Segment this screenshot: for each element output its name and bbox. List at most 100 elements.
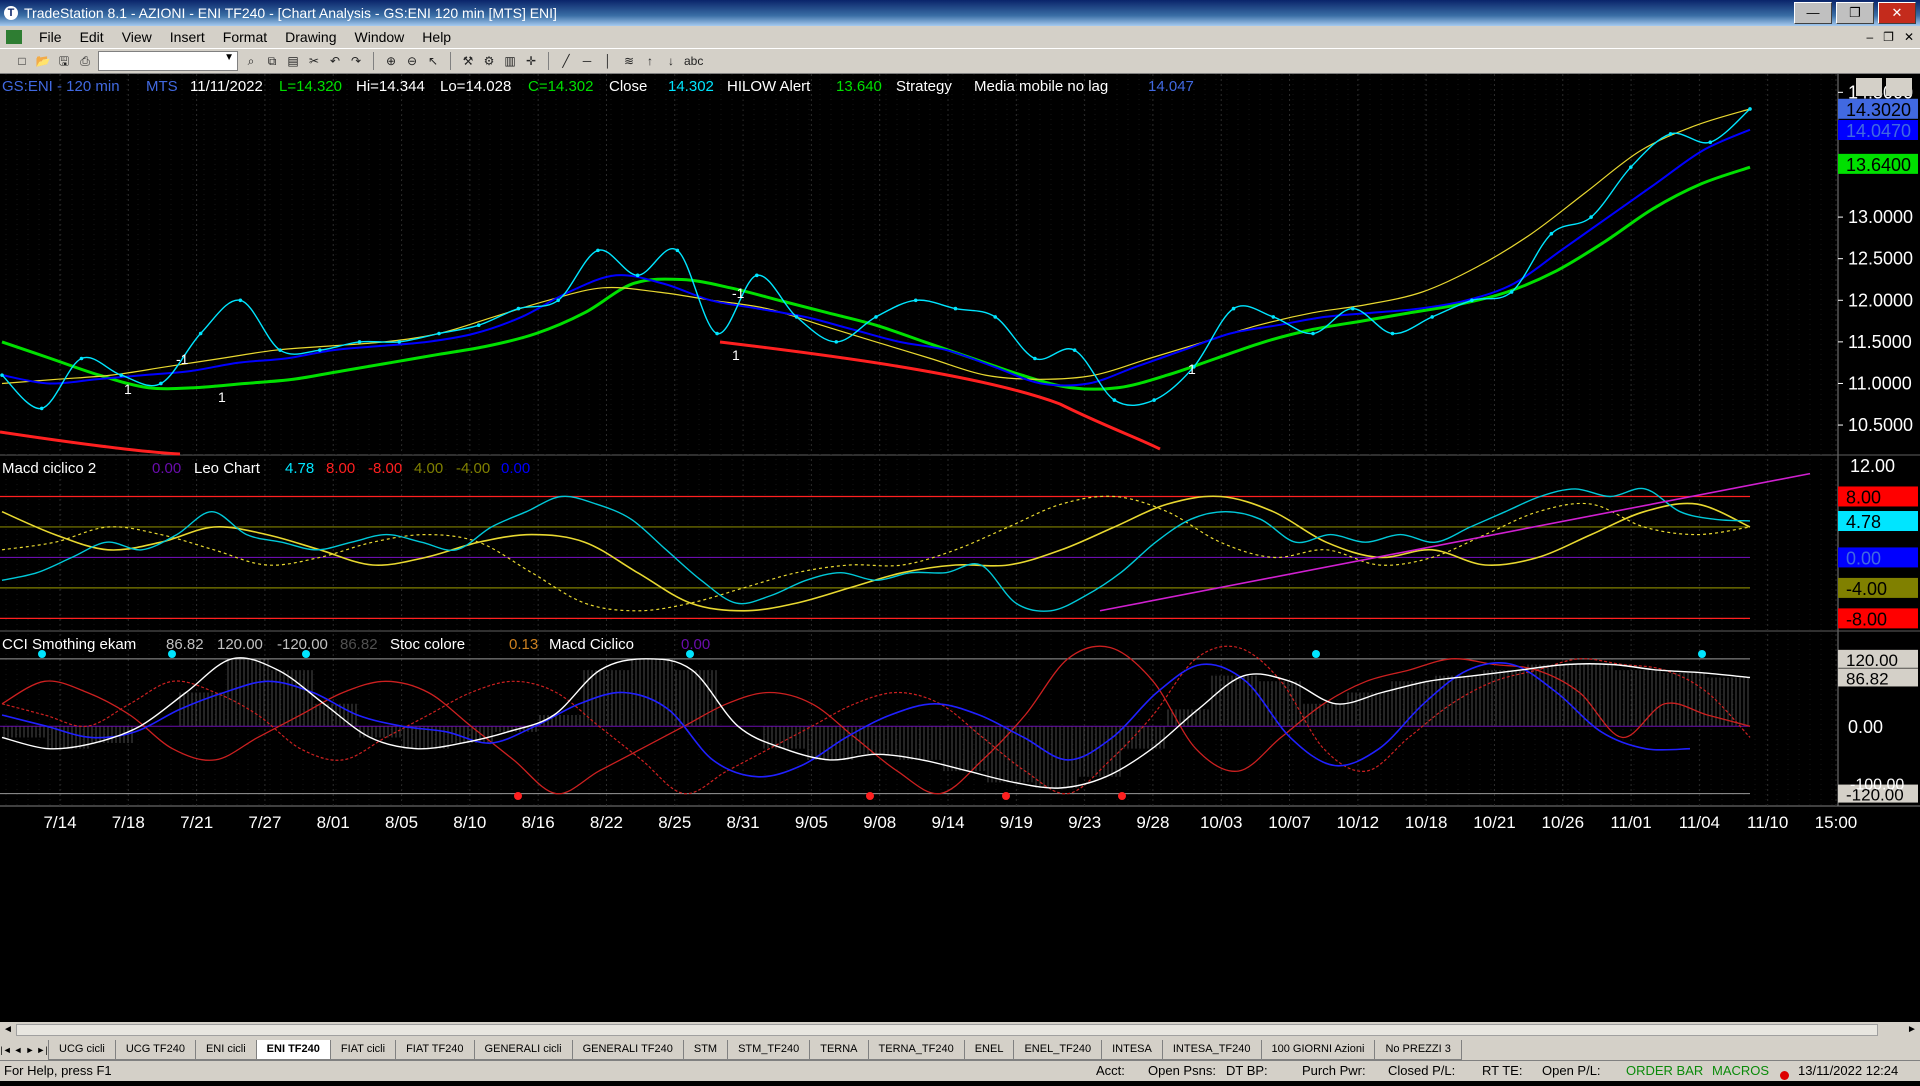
chart-analysis-window[interactable]: 7/14 7/18 7/21 7/27 8/01 8/05 8/10 8/16 8/22 8/25… <box>0 74 1920 1022</box>
workspace-tab[interactable]: TERNA_TF240 <box>867 1040 965 1060</box>
format-icon[interactable]: ⚙ <box>481 53 497 69</box>
workspace-tab[interactable]: STM_TF240 <box>727 1040 811 1060</box>
preview-icon[interactable]: ⌕ <box>243 53 259 69</box>
zoom-out-icon[interactable]: ⊖ <box>404 53 420 69</box>
workspace-tab[interactable]: INTESA <box>1101 1040 1163 1060</box>
window-title: TradeStation 8.1 - AZIONI - ENI TF240 - … <box>24 5 557 21</box>
hline-icon[interactable]: ─ <box>579 53 595 69</box>
menu-edit[interactable]: Edit <box>71 29 113 45</box>
workspace-tab[interactable]: ENEL_TF240 <box>1013 1040 1103 1060</box>
menu-format[interactable]: Format <box>214 29 276 45</box>
series-point <box>1470 298 1474 303</box>
cursor-icon[interactable]: ✛ <box>523 53 539 69</box>
symbol-combo[interactable]: ▼ <box>98 51 238 71</box>
arrow-down-icon[interactable]: ↓ <box>663 53 679 69</box>
workspace-tab[interactable]: FIAT cicli <box>329 1040 397 1060</box>
series-point <box>39 406 44 411</box>
chart-window-icon[interactable] <box>6 30 22 44</box>
tab-nav-icon[interactable]: ►| <box>36 1040 48 1060</box>
workspace-tab[interactable]: GENERALI cicli <box>473 1040 573 1060</box>
open-positions-label: Open Psns: <box>1148 1063 1216 1078</box>
cci-signal-dot <box>1312 650 1320 658</box>
workspace-tab[interactable]: 100 GIORNI Azioni <box>1260 1040 1376 1060</box>
tab-nav-icon[interactable]: ► <box>24 1040 36 1060</box>
series-point <box>596 248 600 253</box>
tab-nav-icon[interactable]: ◄ <box>12 1040 24 1060</box>
macd-header-name: Macd ciclico 2 <box>2 460 96 477</box>
bar-style-icon[interactable]: ▥ <box>502 53 518 69</box>
series-point <box>318 348 322 352</box>
series-point <box>476 323 481 328</box>
macd-marker-label: -8.00 <box>1846 609 1887 629</box>
pointer-icon[interactable]: ↖ <box>425 53 441 69</box>
menu-file[interactable]: File <box>30 29 71 45</box>
menu-insert[interactable]: Insert <box>161 29 214 45</box>
workspace-tab[interactable]: INTESA_TF240 <box>1161 1040 1262 1060</box>
status-datetime: 13/11/2022 12:24 <box>1798 1063 1899 1078</box>
workspace-tab[interactable]: TERNA <box>809 1040 869 1060</box>
text-icon[interactable]: abc <box>684 53 703 69</box>
print-icon[interactable]: ⎙ <box>77 53 93 69</box>
restore-button[interactable]: ❐ <box>1836 2 1874 24</box>
scroll-right-icon[interactable]: ► <box>1904 1022 1920 1038</box>
minimize-button[interactable]: — <box>1794 2 1832 24</box>
pane-close-button[interactable] <box>1886 78 1912 96</box>
paste-icon[interactable]: ▤ <box>285 53 301 69</box>
menu-window[interactable]: Window <box>346 29 414 45</box>
order-bar-button[interactable]: ORDER BAR <box>1626 1061 1703 1081</box>
scroll-left-icon[interactable]: ◄ <box>0 1022 16 1038</box>
macd-header-v6: -4.00 <box>456 460 490 477</box>
save-icon[interactable]: 🖫 <box>56 53 72 69</box>
macd-header-name2: Leo Chart <box>194 460 261 477</box>
mdi-restore-button[interactable]: ❐ <box>1883 30 1894 44</box>
macros-button[interactable]: MACROS <box>1712 1061 1769 1081</box>
time-axis-label: 8/10 <box>453 813 486 832</box>
vline-icon[interactable]: │ <box>600 53 616 69</box>
workspace-tab[interactable]: UCG cicli <box>48 1040 116 1060</box>
arrow-up-icon[interactable]: ↑ <box>642 53 658 69</box>
series-point <box>1589 215 1593 219</box>
macd-header-v4: -8.00 <box>368 460 402 477</box>
chevron-down-icon[interactable]: ▼ <box>224 52 234 63</box>
strategy-signal-label: 1 <box>218 389 226 405</box>
workspace-tab[interactable]: ENEL <box>963 1040 1015 1060</box>
workspace-tab[interactable]: ENI cicli <box>194 1040 257 1060</box>
series-line-media-mobile-no-lag <box>1 128 1751 387</box>
price-axis-label: 11.0000 <box>1848 373 1912 393</box>
redo-icon[interactable]: ↷ <box>348 53 364 69</box>
time-axis-label: 10/26 <box>1541 813 1584 832</box>
price-header-study2: Strategy <box>896 78 952 95</box>
time-axis-label: 8/22 <box>590 813 623 832</box>
tab-nav-icon[interactable]: |◄ <box>0 1040 12 1060</box>
horizontal-scrollbar[interactable]: ◄ ► <box>0 1022 1920 1038</box>
mdi-minimize-button[interactable]: – <box>1866 30 1873 44</box>
open-icon[interactable]: 📂 <box>35 53 51 69</box>
menu-drawing[interactable]: Drawing <box>276 29 345 45</box>
workspace-tab[interactable]: No PREZZI 3 <box>1374 1040 1462 1060</box>
cci-signal-dot <box>1118 792 1126 800</box>
new-icon[interactable]: □ <box>14 53 30 69</box>
workspace-tab[interactable]: ENI TF240 <box>255 1040 331 1060</box>
insert-analysis-icon[interactable]: ⚒ <box>460 53 476 69</box>
mdi-close-button[interactable]: ✕ <box>1904 30 1914 44</box>
scroll-thumb[interactable] <box>16 1024 1878 1036</box>
pane-restore-button[interactable] <box>1856 78 1882 96</box>
trendline-icon[interactable]: ╱ <box>558 53 574 69</box>
workspace-tab[interactable]: FIAT TF240 <box>395 1040 475 1060</box>
strategy-signal-label: 1 <box>124 381 132 397</box>
cci-header-v1: 86.82 <box>166 636 204 653</box>
series-line-average <box>1 108 1751 385</box>
workspace-tab[interactable]: GENERALI TF240 <box>571 1040 684 1060</box>
undo-icon[interactable]: ↶ <box>327 53 343 69</box>
copy-icon[interactable]: ⧉ <box>264 53 280 69</box>
time-axis-label: 9/19 <box>1000 813 1033 832</box>
series-point <box>397 340 402 344</box>
fib-icon[interactable]: ≋ <box>621 53 637 69</box>
workspace-tab[interactable]: UCG TF240 <box>114 1040 196 1060</box>
workspace-tab[interactable]: STM <box>682 1040 729 1060</box>
close-button[interactable]: ✕ <box>1878 2 1916 24</box>
menu-view[interactable]: View <box>113 29 161 45</box>
cut-icon[interactable]: ✂ <box>306 53 322 69</box>
menu-help[interactable]: Help <box>413 29 460 45</box>
zoom-in-icon[interactable]: ⊕ <box>383 53 399 69</box>
